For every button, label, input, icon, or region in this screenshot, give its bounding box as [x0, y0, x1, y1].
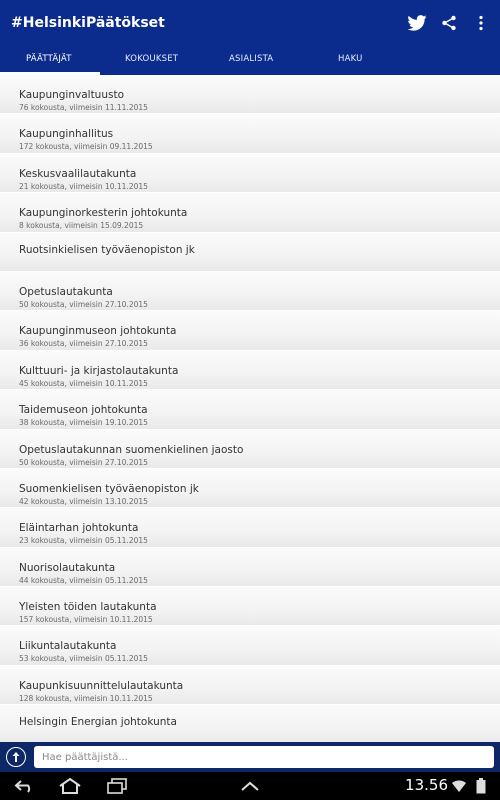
app-title: #HelsinkiPäätökset [11, 15, 165, 31]
list-item[interactable]: Suomenkielisen työväenopiston jk 42 kokou… [0, 468, 500, 509]
tab-kokoukset[interactable]: KOKOUKSET [125, 54, 178, 64]
item-title: Kaupunkisuunnittelulautakunta [19, 679, 184, 692]
status-clock: 13.56 [405, 776, 448, 794]
item-title: Kaupunginhallitus [19, 128, 114, 141]
item-meta: 53 kokousta, viimeisin 05.11.2015 [19, 654, 148, 664]
list-item[interactable]: Nuorisolautakunta 44 kokousta, viimeisin … [0, 547, 500, 588]
item-title: Opetuslautakunnan suomenkielinen jaosto [19, 443, 244, 456]
back-icon [14, 780, 31, 793]
list-item[interactable]: Keskusvaalilautakunta 21 kokousta, viimei… [0, 153, 500, 194]
recent-apps-button[interactable] [104, 776, 130, 796]
item-title: Kaupunginorkesterin johtokunta [19, 207, 188, 220]
list-item[interactable]: Helsingin Energian johtokunta [0, 705, 500, 742]
item-meta: 50 kokousta, viimeisin 27.10.2015 [19, 457, 148, 467]
overflow-menu-button[interactable] [470, 12, 492, 34]
item-meta: 36 kokousta, viimeisin 27.10.2015 [19, 339, 148, 349]
tab-bar: PÄÄTTÄJÄT KOKOUKSET ASIALISTA HAKU [0, 48, 500, 75]
menu-up-button[interactable] [237, 776, 263, 796]
list-item[interactable]: Kaupunginhallitus 172 kokousta, viimeisin… [0, 114, 500, 154]
item-title: Kaupunginmuseon johtokunta [19, 325, 177, 338]
list-item[interactable]: Kaupunginvaltuusto 76 kokousta, viimeisin… [0, 75, 500, 115]
overflow-menu-icon [479, 15, 483, 31]
share-button[interactable] [438, 12, 460, 34]
wifi-icon [450, 777, 468, 795]
item-title: Keskusvaalilautakunta [19, 167, 137, 180]
item-meta: 172 kokousta, viimeisin 09.11.2015 [19, 142, 153, 152]
item-meta: 38 kokousta, viimeisin 19.10.2015 [19, 418, 148, 428]
twitter-button[interactable] [406, 12, 428, 34]
list-item[interactable]: Kaupunginmuseon johtokunta 36 kokousta, v… [0, 311, 500, 351]
scroll-up-button[interactable] [6, 747, 26, 767]
item-title: Kulttuuri- ja kirjastolautakunta [19, 364, 179, 377]
item-title: Eläintarhan johtokunta [19, 522, 139, 535]
list-item[interactable]: Yleisten töiden lautakunta 157 kokousta, … [0, 587, 500, 627]
item-title: Taidemuseon johtokunta [19, 404, 148, 417]
app-bar-actions [406, 12, 492, 34]
recent-apps-icon [107, 778, 127, 794]
twitter-icon [407, 15, 427, 31]
list-item[interactable]: Kaupunginorkesterin johtokunta 8 kokousta… [0, 193, 500, 233]
item-meta: 128 kokousta, viimeisin 10.11.2015 [19, 693, 153, 703]
item-title: Helsingin Energian johtokunta [19, 716, 177, 729]
item-title: Yleisten töiden lautakunta [19, 601, 157, 614]
list-item[interactable]: Ruotsinkielisen työväenopiston jk [0, 232, 500, 272]
list-item[interactable]: Taidemuseon johtokunta 38 kokousta, viime… [0, 390, 500, 430]
app-bar: #HelsinkiPäätökset PÄÄTTÄJÄT KOKOUKSET A… [0, 0, 500, 75]
tab-asialista[interactable]: ASIALISTA [229, 54, 273, 64]
battery-icon [472, 777, 490, 795]
item-meta: 8 kokousta, viimeisin 15.09.2015 [19, 221, 144, 231]
item-meta: 76 kokousta, viimeisin 11.11.2015 [19, 103, 148, 112]
item-meta: 42 kokousta, viimeisin 13.10.2015 [19, 496, 148, 506]
item-meta: 21 kokousta, viimeisin 10.11.2015 [19, 181, 148, 191]
tab-paattajat[interactable]: PÄÄTTÄJÄT [26, 54, 72, 64]
arrow-up-icon [12, 752, 20, 762]
search-input[interactable] [34, 746, 494, 768]
chevron-up-icon [241, 781, 259, 791]
item-meta: 50 kokousta, viimeisin 27.10.2015 [19, 299, 148, 309]
share-icon [442, 15, 456, 31]
list-item[interactable]: Eläintarhan johtokunta 23 kokousta, viime… [0, 508, 500, 548]
home-icon [59, 778, 81, 794]
back-button[interactable] [12, 776, 38, 796]
item-title: Kaupunginvaltuusto [19, 89, 125, 101]
tab-haku[interactable]: HAKU [338, 54, 363, 64]
item-title: Opetuslautakunta [19, 285, 113, 298]
list-item[interactable]: Kaupunkisuunnittelulautakunta 128 kokoust… [0, 665, 500, 706]
item-meta: 44 kokousta, viimeisin 05.11.2015 [19, 575, 148, 585]
list-item[interactable]: Kulttuuri- ja kirjastolautakunta 45 kokou… [0, 350, 500, 391]
system-nav-bar: 13.56 [0, 772, 500, 800]
item-title: Liikuntalautakunta [19, 640, 117, 653]
committee-list[interactable]: Kaupunginvaltuusto 76 kokousta, viimeisin… [0, 75, 500, 742]
list-item[interactable]: Opetuslautakunnan suomenkielinen jaosto 5… [0, 429, 500, 469]
search-bar [0, 742, 500, 772]
item-meta: 157 kokousta, viimeisin 10.11.2015 [19, 615, 153, 625]
item-meta: 23 kokousta, viimeisin 05.11.2015 [19, 536, 148, 546]
home-button[interactable] [57, 776, 83, 796]
list-item[interactable]: Liikuntalautakunta 53 kokousta, viimeisin… [0, 626, 500, 666]
item-title: Nuorisolautakunta [19, 561, 116, 574]
item-meta: 45 kokousta, viimeisin 10.11.2015 [19, 378, 148, 388]
item-title: Ruotsinkielisen työväenopiston jk [19, 243, 195, 256]
list-item[interactable]: Opetuslautakunta 50 kokousta, viimeisin 2… [0, 271, 500, 312]
item-title: Suomenkielisen työväenopiston jk [19, 482, 199, 495]
